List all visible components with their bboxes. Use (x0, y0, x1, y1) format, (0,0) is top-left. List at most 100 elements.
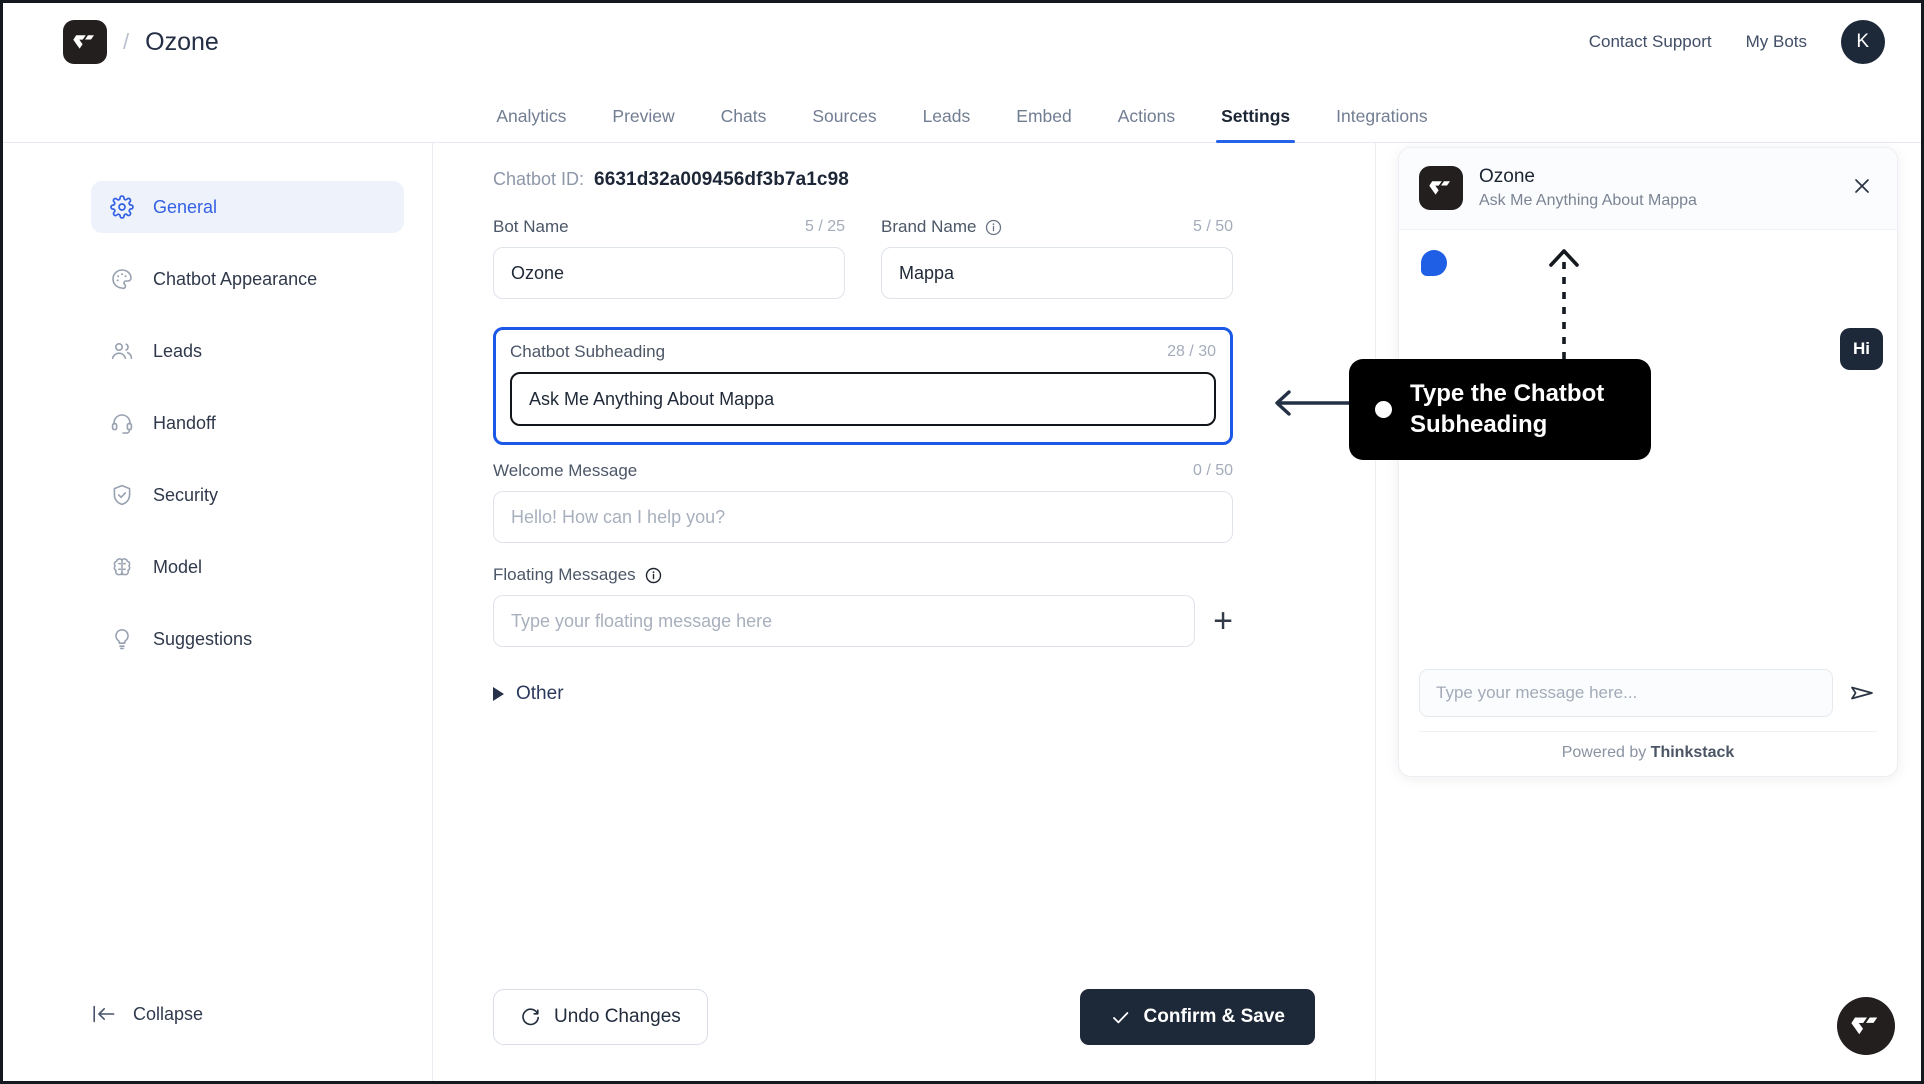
main-tabs: Analytics Preview Chats Sources Leads Em… (3, 81, 1921, 143)
brand-name-field: Brand Name 5 / 50 (881, 217, 1233, 299)
top-header: / Ozone Contact Support My Bots K (3, 3, 1921, 81)
bot-name-field: Bot Name 5 / 25 (493, 217, 845, 299)
collapse-arrow-icon (91, 1003, 117, 1025)
palette-icon (109, 266, 135, 292)
sidebar-item-chatbot-appearance[interactable]: Chatbot Appearance (91, 253, 404, 305)
chatbot-id-label: Chatbot ID: (493, 169, 585, 189)
chat-messages: Hi (1399, 230, 1897, 655)
collapse-sidebar-button[interactable]: Collapse (91, 1003, 203, 1025)
welcome-message-counter: 0 / 50 (1192, 462, 1233, 479)
close-icon[interactable] (1851, 175, 1877, 201)
chatbot-id-value: 6631d32a009456df3b7a1c98 (594, 169, 849, 190)
sidebar-item-label: Chatbot Appearance (153, 268, 318, 289)
powered-by-label: Powered by Thinkstack (1419, 731, 1877, 776)
content-area: General Chatbot Appearance Leads Handoff… (3, 143, 1921, 1081)
floating-messages-header: Floating Messages (493, 565, 1233, 585)
undo-changes-button[interactable]: Undo Changes (493, 989, 708, 1045)
welcome-message-label: Welcome Message (493, 461, 638, 480)
welcome-message-field: Welcome Message 0 / 50 (493, 461, 1233, 543)
form-fields: Chatbot ID: 6631d32a009456df3b7a1c98 Bot… (433, 169, 1293, 705)
collapse-label: Collapse (133, 1003, 204, 1024)
chat-widget-header: Ozone Ask Me Anything About Mappa (1399, 148, 1897, 230)
chat-input-row (1419, 669, 1877, 717)
sidebar-item-security[interactable]: Security (91, 469, 404, 521)
tab-leads[interactable]: Leads (900, 106, 994, 142)
chat-widget-titles: Ozone Ask Me Anything About Mappa (1479, 165, 1697, 212)
headset-icon (109, 410, 135, 436)
chatbot-subheading-header: Chatbot Subheading 28 / 30 (510, 342, 1216, 362)
chat-message-input[interactable] (1419, 669, 1833, 717)
bot-name-label: Bot Name (493, 217, 569, 236)
sidebar-item-handoff[interactable]: Handoff (91, 397, 404, 449)
bot-bubble-icon (1421, 249, 1447, 276)
other-section-toggle[interactable]: Other (493, 683, 1233, 705)
form-actions: Undo Changes Confirm & Save (493, 967, 1315, 1045)
breadcrumb: / Ozone (63, 20, 219, 64)
sidebar-item-label: Leads (153, 340, 203, 361)
sidebar-item-label: General (153, 196, 218, 217)
send-icon[interactable] (1847, 678, 1877, 708)
bot-name-counter: 5 / 25 (804, 218, 845, 235)
my-bots-link[interactable]: My Bots (1746, 32, 1807, 52)
brand-name-input[interactable] (881, 247, 1233, 299)
chatbot-subheading-label: Chatbot Subheading (510, 342, 666, 361)
brand-name-label: Brand Name (881, 217, 977, 236)
sidebar-item-suggestions[interactable]: Suggestions (91, 613, 404, 665)
lightbulb-icon (109, 626, 135, 652)
tab-sources[interactable]: Sources (789, 106, 899, 142)
sidebar-item-leads[interactable]: Leads (91, 325, 404, 377)
chatbot-id-row: Chatbot ID: 6631d32a009456df3b7a1c98 (493, 169, 1233, 191)
bot-name-header: Bot Name 5 / 25 (493, 217, 845, 237)
welcome-message-input[interactable] (493, 491, 1233, 543)
chatbot-subheading-counter: 28 / 30 (1167, 343, 1216, 360)
triangle-right-icon (493, 687, 504, 701)
chat-widget: Ozone Ask Me Anything About Mappa Hi Typ… (1398, 147, 1898, 777)
tab-analytics[interactable]: Analytics (473, 106, 589, 142)
general-settings-form: Chatbot ID: 6631d32a009456df3b7a1c98 Bot… (433, 143, 1375, 1081)
tab-settings[interactable]: Settings (1198, 106, 1313, 143)
tab-integrations[interactable]: Integrations (1313, 106, 1450, 142)
powered-prefix: Powered by (1561, 744, 1651, 761)
chat-launcher-icon[interactable] (1837, 997, 1895, 1055)
sidebar-item-label: Model (153, 556, 203, 577)
floating-messages-label: Floating Messages (493, 565, 636, 584)
confirm-save-button[interactable]: Confirm & Save (1079, 989, 1315, 1045)
chatbot-subheading-input[interactable] (510, 372, 1216, 426)
confirm-save-label: Confirm & Save (1143, 1006, 1285, 1027)
tab-preview[interactable]: Preview (589, 106, 697, 142)
refresh-icon (520, 1007, 541, 1028)
breadcrumb-separator: / (123, 29, 130, 54)
sidebar-item-model[interactable]: Model (91, 541, 404, 593)
info-icon[interactable] (645, 567, 662, 584)
brand-name-counter: 5 / 50 (1192, 218, 1233, 235)
sidebar-item-general[interactable]: General (91, 181, 404, 233)
header-actions: Contact Support My Bots K (1589, 20, 1885, 64)
undo-changes-label: Undo Changes (554, 1006, 681, 1027)
contact-support-link[interactable]: Contact Support (1589, 32, 1712, 52)
bot-name-input[interactable] (493, 247, 845, 299)
other-section-label: Other (516, 683, 564, 704)
thinkstack-logo-icon (1419, 166, 1463, 211)
brand-name-header: Brand Name 5 / 50 (881, 217, 1233, 237)
app-window: / Ozone Contact Support My Bots K Analyt… (0, 0, 1924, 1084)
floating-message-input-row: + (493, 595, 1233, 647)
tab-chats[interactable]: Chats (698, 106, 790, 142)
chat-widget-footer: Powered by Thinkstack (1399, 655, 1897, 776)
info-icon[interactable] (985, 219, 1002, 236)
sidebar-item-label: Suggestions (153, 628, 253, 649)
avatar[interactable]: K (1841, 20, 1885, 64)
shield-check-icon (109, 482, 135, 508)
plus-icon[interactable]: + (1213, 604, 1233, 638)
chatbot-preview-panel: Ozone Ask Me Anything About Mappa Hi Typ… (1375, 143, 1921, 1081)
brain-icon (109, 554, 135, 580)
chatbot-subheading-field: Chatbot Subheading 28 / 30 (510, 342, 1216, 426)
floating-messages-field: Floating Messages + (493, 565, 1233, 647)
thinkstack-logo-icon[interactable] (63, 20, 107, 64)
tab-embed[interactable]: Embed (993, 106, 1094, 142)
chatbot-subheading-highlight: Chatbot Subheading 28 / 30 (493, 327, 1233, 445)
check-icon (1110, 1007, 1131, 1028)
floating-message-input[interactable] (493, 595, 1196, 647)
user-message-bubble: Hi (1840, 327, 1883, 370)
welcome-message-header: Welcome Message 0 / 50 (493, 461, 1233, 481)
tab-actions[interactable]: Actions (1095, 106, 1198, 142)
